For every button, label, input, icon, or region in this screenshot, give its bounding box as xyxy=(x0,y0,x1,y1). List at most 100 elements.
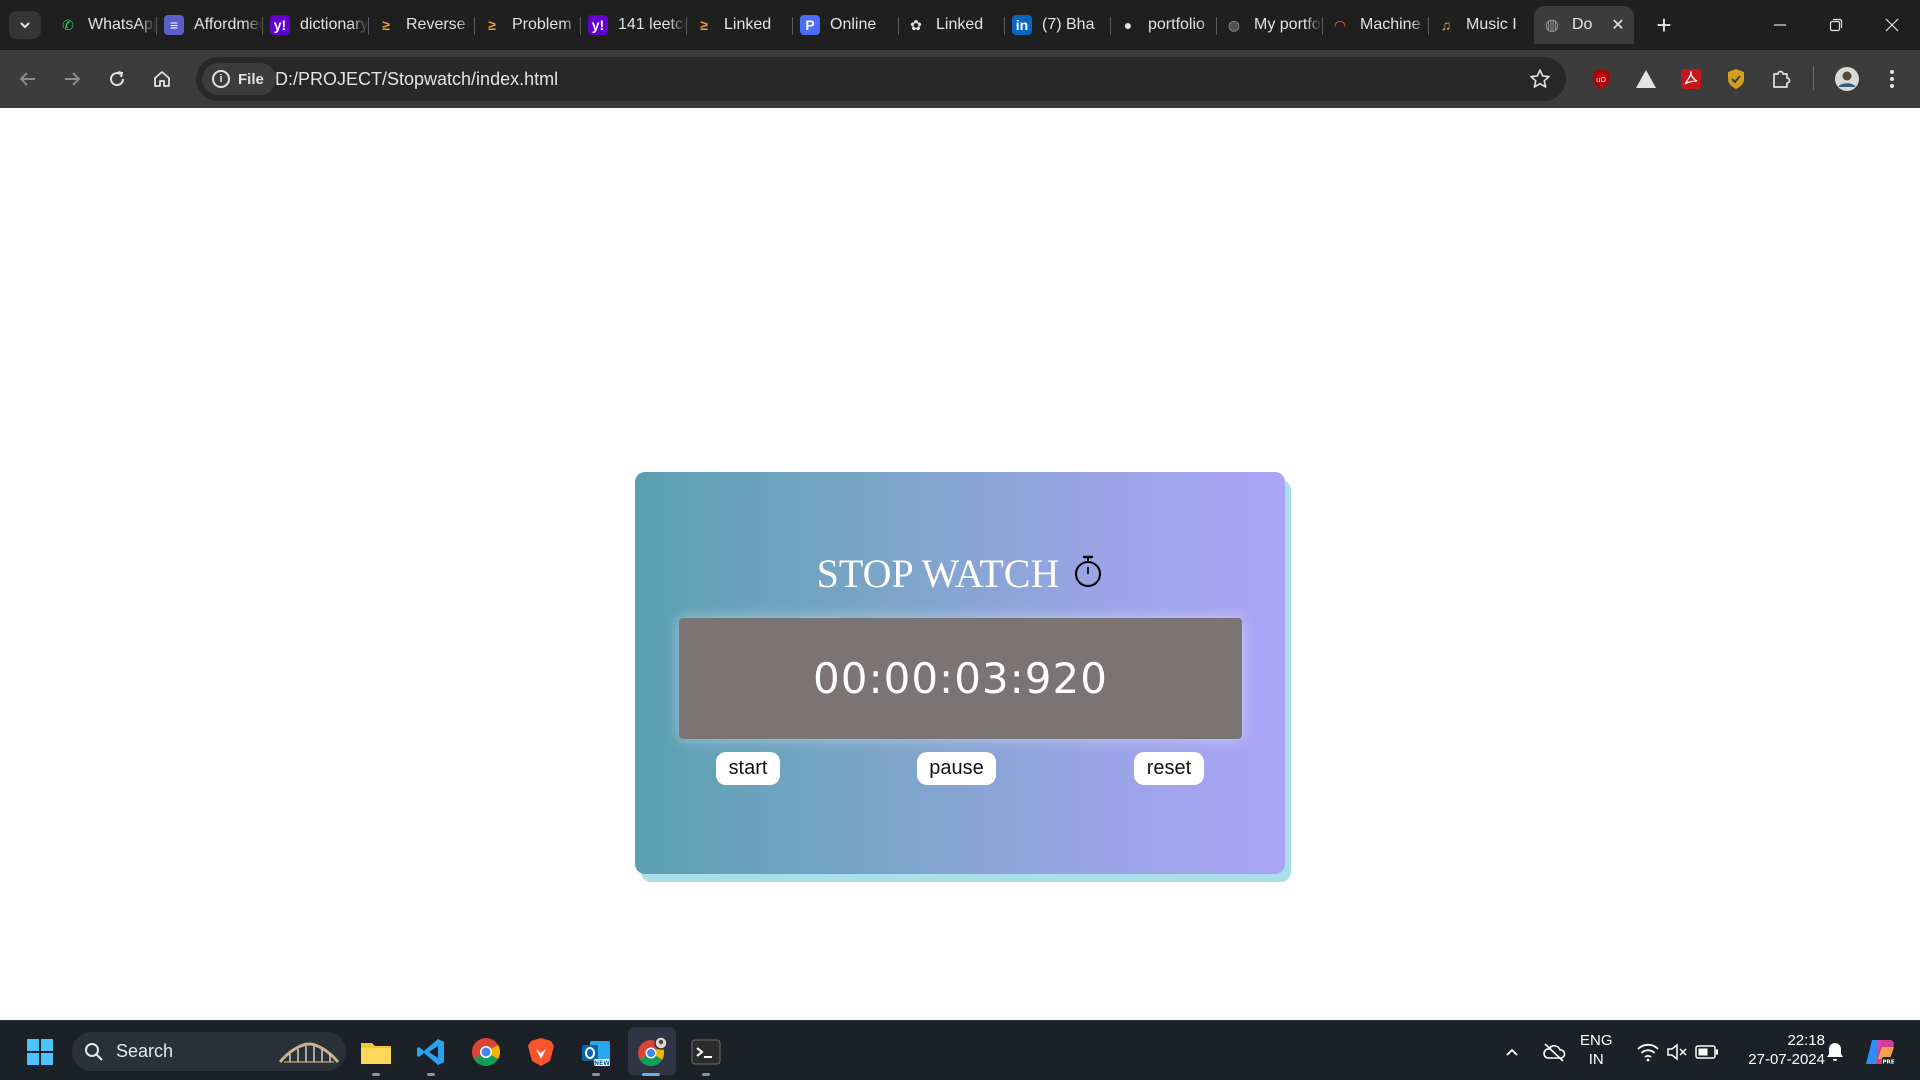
tab-title: Linked xyxy=(724,16,772,33)
tab-list: ✆ WhatsApp ≡ Affordmed y! dictionary ≥ Reverse ≥… xyxy=(50,6,1634,44)
github-icon: ● xyxy=(1123,17,1133,33)
copilot-icon: PRE xyxy=(1866,1040,1895,1066)
start-button[interactable]: start xyxy=(716,752,780,785)
arrow-left-icon xyxy=(19,72,35,86)
volume-button[interactable] xyxy=(1660,1035,1694,1069)
window-controls xyxy=(1752,0,1920,50)
codestudio-icon: ≥ xyxy=(700,17,708,33)
start-menu-button[interactable] xyxy=(23,1035,57,1069)
browser-tab[interactable]: ≥ Reverse xyxy=(368,6,474,44)
browser-toolbar: i File D:/PROJECT/Stopwatch/index.html u… xyxy=(0,50,1920,108)
acrobat-icon xyxy=(1681,69,1701,89)
search-label: Search xyxy=(116,1041,174,1061)
url-text[interactable]: D:/PROJECT/Stopwatch/index.html xyxy=(275,69,558,90)
browser-tab[interactable]: ≡ Affordmed xyxy=(156,6,262,44)
taskbar-chrome[interactable] xyxy=(469,1035,503,1069)
browser-tab[interactable]: ● portfolio xyxy=(1110,6,1216,44)
taskbar-terminal[interactable] xyxy=(689,1035,723,1069)
browser-tab-active[interactable]: ◍ Do ✕ xyxy=(1534,6,1634,44)
extension-triangle[interactable] xyxy=(1631,64,1661,94)
battery-button[interactable] xyxy=(1690,1035,1724,1069)
site-chip-label: File xyxy=(238,70,264,88)
globe-icon: ◍ xyxy=(1545,17,1559,34)
running-indicator xyxy=(702,1073,710,1076)
taskbar-file-explorer[interactable] xyxy=(359,1035,393,1069)
taskbar-search-box[interactable]: Search xyxy=(72,1032,346,1071)
minimize-icon xyxy=(1774,24,1786,26)
outlook-icon: NEW xyxy=(582,1041,610,1067)
toolbar-divider xyxy=(1813,66,1814,90)
triangle-icon xyxy=(1636,70,1656,88)
tab-title: Reverse xyxy=(406,16,466,33)
browser-tab[interactable]: ≥ Linked xyxy=(686,6,792,44)
taskbar-outlook[interactable]: NEW xyxy=(579,1035,613,1069)
restore-button[interactable] xyxy=(1808,0,1864,50)
language-code: ENG xyxy=(1580,1032,1613,1049)
page-content: STOP WATCH 00:00:03:920 start pause rese… xyxy=(0,108,1920,1020)
browser-tab[interactable]: in (7) Bha xyxy=(1004,6,1110,44)
forward-button[interactable] xyxy=(55,62,89,96)
copilot-button[interactable]: PRE xyxy=(1863,1035,1897,1069)
browser-menu-button[interactable] xyxy=(1877,64,1907,94)
clock[interactable]: 22:18 27-07-2024 xyxy=(1735,1031,1825,1069)
browser-tab[interactable]: ◠ Machine xyxy=(1322,6,1428,44)
language-indicator[interactable]: ENG IN xyxy=(1580,1031,1613,1069)
headphones-icon: ♫ xyxy=(1440,17,1452,33)
notifications-button[interactable] xyxy=(1818,1035,1852,1069)
close-window-button[interactable] xyxy=(1864,0,1920,50)
arrow-right-icon xyxy=(65,72,81,86)
site-info-chip[interactable]: i File xyxy=(202,63,276,95)
wifi-icon xyxy=(1637,1043,1659,1062)
windows-logo-icon xyxy=(27,1039,53,1065)
browser-tab-strip: ✆ WhatsApp ≡ Affordmed y! dictionary ≥ Reverse ≥… xyxy=(0,0,1920,50)
stopwatch-card: STOP WATCH 00:00:03:920 start pause rese… xyxy=(635,472,1285,874)
tab-title: Music I xyxy=(1466,16,1517,33)
tab-title: portfolio xyxy=(1148,16,1205,33)
whatsapp-icon: ✆ xyxy=(62,16,74,33)
pause-button[interactable]: pause xyxy=(917,752,996,785)
linkedin-icon: in xyxy=(1012,15,1032,35)
browser-tab[interactable]: ♫ Music I xyxy=(1428,6,1534,44)
tab-title: My portfolio xyxy=(1254,16,1322,33)
minimize-button[interactable] xyxy=(1752,0,1808,50)
reload-button[interactable] xyxy=(100,62,134,96)
extension-pdf[interactable] xyxy=(1676,64,1706,94)
taskbar-brave[interactable] xyxy=(524,1035,558,1069)
shield-icon xyxy=(1728,69,1744,89)
running-indicator-active xyxy=(642,1073,660,1076)
profile-button[interactable] xyxy=(1832,64,1862,94)
browser-tab[interactable]: ✿ Linked xyxy=(898,6,1004,44)
chrome-icon xyxy=(472,1038,500,1066)
extensions-button[interactable] xyxy=(1766,64,1796,94)
stopwatch-icon xyxy=(1075,555,1102,587)
browser-tab[interactable]: P Online xyxy=(792,6,898,44)
browser-tab[interactable]: ≥ Problem xyxy=(474,6,580,44)
home-button[interactable] xyxy=(145,62,179,96)
browser-tab[interactable]: ◍ My portfolio xyxy=(1216,6,1322,44)
tab-search-button[interactable] xyxy=(9,11,41,39)
bookmark-button[interactable] xyxy=(1528,67,1552,91)
browser-tab[interactable]: y! 141 leetcode xyxy=(580,6,686,44)
taskbar-vscode[interactable] xyxy=(414,1035,448,1069)
tab-title: dictionary xyxy=(300,16,368,33)
openai-icon: ✿ xyxy=(910,16,922,33)
info-icon: i xyxy=(212,70,230,88)
back-button[interactable] xyxy=(11,62,45,96)
close-icon xyxy=(1885,18,1899,32)
extension-shield[interactable] xyxy=(1721,64,1751,94)
page-title: STOP WATCH xyxy=(816,551,1060,596)
taskbar-chrome-profile[interactable] xyxy=(635,1035,669,1069)
chrome-profile-icon xyxy=(638,1036,668,1067)
close-tab-icon[interactable]: ✕ xyxy=(1610,17,1626,34)
reset-button[interactable]: reset xyxy=(1134,752,1204,785)
show-hidden-icons-button[interactable] xyxy=(1495,1035,1529,1069)
onedrive-button[interactable] xyxy=(1537,1035,1571,1069)
tab-title: Machine xyxy=(1360,16,1421,33)
browser-tab[interactable]: ✆ WhatsApp xyxy=(50,6,156,44)
tab-title: WhatsApp xyxy=(88,16,156,33)
svg-text:uO: uO xyxy=(1596,76,1606,84)
new-tab-button[interactable]: + xyxy=(1650,10,1678,40)
extension-ublock[interactable]: uO xyxy=(1586,64,1616,94)
browser-tab[interactable]: y! dictionary xyxy=(262,6,368,44)
address-bar[interactable]: i File D:/PROJECT/Stopwatch/index.html xyxy=(196,57,1566,101)
